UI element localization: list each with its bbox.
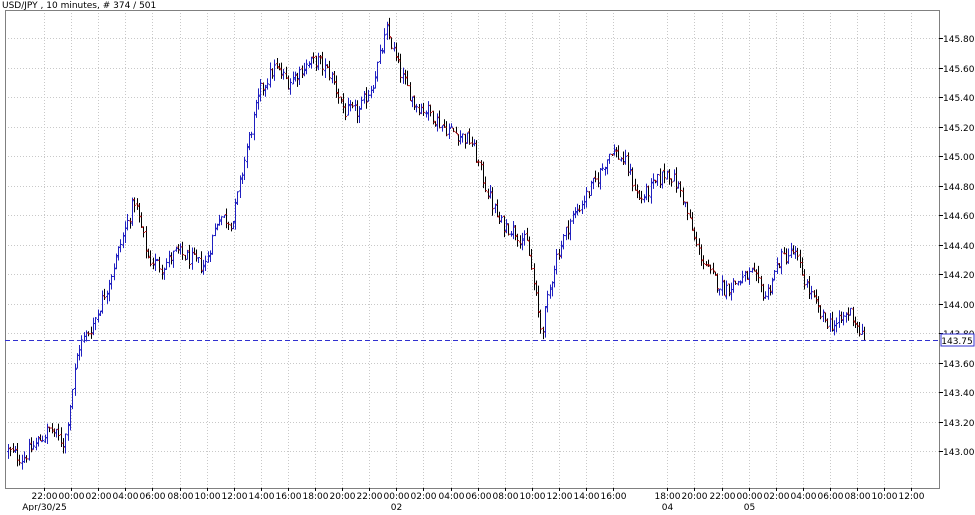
- x-date-label: 05: [744, 503, 755, 511]
- y-tick-label: 144.40: [943, 242, 975, 252]
- chart: 145.80 145.60 145.40 145.20 145.00 144.80 144.…: [0, 0, 975, 513]
- x-tick-label: 00:00: [59, 492, 85, 502]
- x-tick-label: 02:00: [411, 492, 437, 502]
- x-tick-label: 22:00: [710, 492, 736, 502]
- x-tick-label: 10:00: [872, 492, 898, 502]
- x-tick-label: 02:00: [86, 492, 112, 502]
- x-tick-label: 06:00: [140, 492, 166, 502]
- x-tick-label: 12:00: [222, 492, 248, 502]
- x-tick-label: 06:00: [818, 492, 844, 502]
- price-tag-label: 143.75: [941, 337, 973, 347]
- y-tick-label: 145.20: [943, 124, 975, 134]
- x-tick-label: 12:00: [547, 492, 573, 502]
- x-tick-label: 06:00: [466, 492, 492, 502]
- y-tick-label: 144.20: [943, 271, 975, 281]
- x-tick-label: 20:00: [330, 492, 356, 502]
- x-tick-label: 00:00: [737, 492, 763, 502]
- x-tick-label: 02:00: [764, 492, 790, 502]
- x-tick-label: 14:00: [574, 492, 600, 502]
- y-tick-label: 143.00: [943, 448, 975, 458]
- header-counter: # 374 / 501: [103, 1, 157, 11]
- y-tick-label: 144.00: [943, 301, 975, 311]
- x-tick-label: 00:00: [384, 492, 410, 502]
- x-tick-label: 08:00: [168, 492, 194, 502]
- x-tick-label: 16:00: [276, 492, 302, 502]
- x-tick-label: 04:00: [791, 492, 817, 502]
- y-tick-label: 145.00: [943, 153, 975, 163]
- y-tick-label: 143.60: [943, 360, 975, 370]
- chart-header: USD/JPY , 10 minutes, # 374 / 501: [2, 1, 156, 11]
- y-tick-label: 143.40: [943, 389, 975, 399]
- x-tick-label: 04:00: [113, 492, 139, 502]
- header-symbol: USD/JPY: [2, 1, 38, 11]
- x-tick-label: 04:00: [439, 492, 465, 502]
- x-date-label: 04: [662, 503, 674, 511]
- x-tick-label: 12:00: [899, 492, 925, 502]
- y-tick-label: 143.20: [943, 419, 975, 429]
- y-tick-label: 145.40: [943, 94, 975, 104]
- x-tick-label: 16:00: [601, 492, 627, 502]
- y-axis: 145.80 145.60 145.40 145.20 145.00 144.80 144.…: [939, 35, 975, 458]
- y-tick-label: 145.60: [943, 65, 975, 75]
- price-tag: 143.75: [940, 333, 975, 347]
- x-tick-label: 10:00: [195, 492, 221, 502]
- x-tick-label: 08:00: [845, 492, 871, 502]
- x-tick-label: 22:00: [357, 492, 383, 502]
- y-tick-label: 144.80: [943, 183, 975, 193]
- x-tick-label: 22:00: [32, 492, 58, 502]
- x-tick-label: 18:00: [655, 492, 681, 502]
- x-tick-label: 20:00: [682, 492, 708, 502]
- x-tick-label: 08:00: [493, 492, 519, 502]
- x-date-label: 02: [391, 503, 402, 511]
- y-tick-label: 144.60: [943, 212, 975, 222]
- header-timeframe: 10 minutes: [46, 1, 97, 11]
- x-tick-label: 18:00: [303, 492, 329, 502]
- y-tick-label: 145.80: [943, 35, 975, 45]
- x-tick-label: 14:00: [249, 492, 275, 502]
- chart-svg: 145.80 145.60 145.40 145.20 145.00 144.80 144.…: [0, 0, 975, 513]
- x-date-label: Apr/30/25: [22, 503, 67, 511]
- x-tick-label: 10:00: [520, 492, 546, 502]
